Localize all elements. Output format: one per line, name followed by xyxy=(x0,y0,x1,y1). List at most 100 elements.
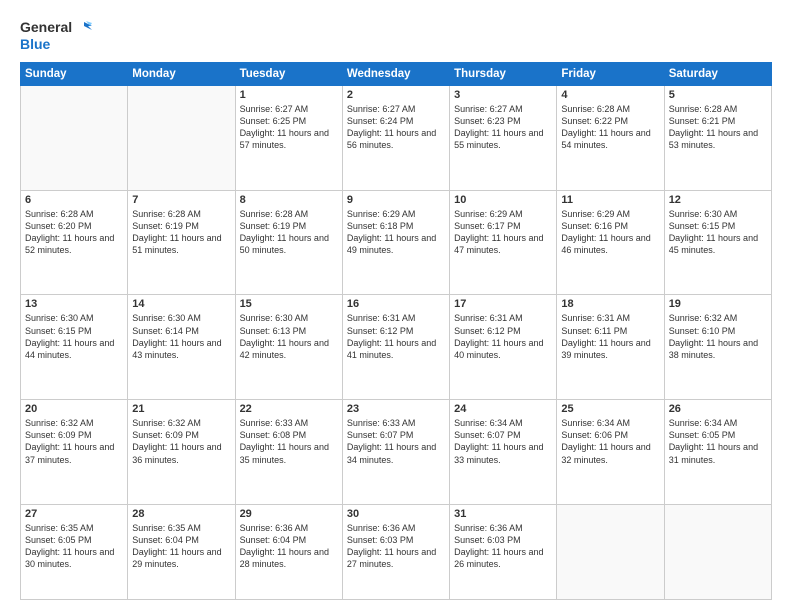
cell-info: Sunrise: 6:32 AMSunset: 6:10 PMDaylight:… xyxy=(669,312,767,361)
weekday-header-wednesday: Wednesday xyxy=(342,63,449,86)
day-number: 6 xyxy=(25,194,123,206)
day-number: 19 xyxy=(669,298,767,310)
weekday-header-friday: Friday xyxy=(557,63,664,86)
day-number: 31 xyxy=(454,508,552,520)
logo-bird-icon xyxy=(74,18,92,36)
day-cell: 31 Sunrise: 6:36 AMSunset: 6:03 PMDayligh… xyxy=(450,504,557,599)
day-cell: 12 Sunrise: 6:30 AMSunset: 6:15 PMDayligh… xyxy=(664,190,771,295)
day-cell: 4Sunrise: 6:28 AMSunset: 6:22 PMDaylight… xyxy=(557,86,664,191)
day-cell: 9 Sunrise: 6:29 AMSunset: 6:18 PMDaylight… xyxy=(342,190,449,295)
cell-info: Sunrise: 6:31 AMSunset: 6:12 PMDaylight:… xyxy=(347,312,445,361)
weekday-header-row: SundayMondayTuesdayWednesdayThursdayFrid… xyxy=(21,63,772,86)
day-number: 10 xyxy=(454,194,552,206)
cell-info: Sunrise: 6:31 AMSunset: 6:12 PMDaylight:… xyxy=(454,312,552,361)
day-number: 14 xyxy=(132,298,230,310)
header: General Blue xyxy=(20,18,772,52)
cell-info: Sunrise: 6:27 AMSunset: 6:25 PMDaylight:… xyxy=(240,103,338,152)
day-cell: 11 Sunrise: 6:29 AMSunset: 6:16 PMDayligh… xyxy=(557,190,664,295)
day-cell: 7Sunrise: 6:28 AMSunset: 6:19 PMDaylight… xyxy=(128,190,235,295)
cell-info: Sunrise: 6:29 AMSunset: 6:16 PMDaylight:… xyxy=(561,208,659,257)
day-number: 30 xyxy=(347,508,445,520)
cell-info: Sunrise: 6:34 AMSunset: 6:06 PMDaylight:… xyxy=(561,417,659,466)
day-cell: 8 Sunrise: 6:28 AMSunset: 6:19 PMDaylight… xyxy=(235,190,342,295)
day-number: 25 xyxy=(561,403,659,415)
logo-general: General xyxy=(20,19,72,35)
day-cell: 27 Sunrise: 6:35 AMSunset: 6:05 PMDayligh… xyxy=(21,504,128,599)
cell-info: Sunrise: 6:33 AMSunset: 6:08 PMDaylight:… xyxy=(240,417,338,466)
day-number: 8 xyxy=(240,194,338,206)
day-number: 22 xyxy=(240,403,338,415)
day-cell: 22 Sunrise: 6:33 AMSunset: 6:08 PMDayligh… xyxy=(235,400,342,505)
week-row-4: 20Sunrise: 6:32 AMSunset: 6:09 PMDayligh… xyxy=(21,400,772,505)
cell-info: Sunrise: 6:32 AMSunset: 6:09 PMDaylight:… xyxy=(132,417,230,466)
day-cell: 6Sunrise: 6:28 AMSunset: 6:20 PMDaylight… xyxy=(21,190,128,295)
day-number: 7 xyxy=(132,194,230,206)
day-number: 12 xyxy=(669,194,767,206)
day-cell xyxy=(21,86,128,191)
day-cell xyxy=(664,504,771,599)
day-number: 17 xyxy=(454,298,552,310)
day-number: 29 xyxy=(240,508,338,520)
week-row-2: 6Sunrise: 6:28 AMSunset: 6:20 PMDaylight… xyxy=(21,190,772,295)
day-cell: 19 Sunrise: 6:32 AMSunset: 6:10 PMDayligh… xyxy=(664,295,771,400)
cell-info: Sunrise: 6:30 AMSunset: 6:15 PMDaylight:… xyxy=(669,208,767,257)
cell-info: Sunrise: 6:36 AMSunset: 6:04 PMDaylight:… xyxy=(240,522,338,571)
day-number: 24 xyxy=(454,403,552,415)
weekday-header-sunday: Sunday xyxy=(21,63,128,86)
cell-info: Sunrise: 6:30 AMSunset: 6:14 PMDaylight:… xyxy=(132,312,230,361)
day-cell: 5 Sunrise: 6:28 AMSunset: 6:21 PMDaylight… xyxy=(664,86,771,191)
day-number: 1 xyxy=(240,89,338,101)
week-row-1: 1 Sunrise: 6:27 AMSunset: 6:25 PMDaylight… xyxy=(21,86,772,191)
day-cell: 21 Sunrise: 6:32 AMSunset: 6:09 PMDayligh… xyxy=(128,400,235,505)
day-number: 16 xyxy=(347,298,445,310)
day-cell xyxy=(557,504,664,599)
day-cell: 15 Sunrise: 6:30 AMSunset: 6:13 PMDayligh… xyxy=(235,295,342,400)
day-number: 3 xyxy=(454,89,552,101)
cell-info: Sunrise: 6:34 AMSunset: 6:07 PMDaylight:… xyxy=(454,417,552,466)
day-number: 9 xyxy=(347,194,445,206)
cell-info: Sunrise: 6:30 AMSunset: 6:13 PMDaylight:… xyxy=(240,312,338,361)
cell-info: Sunrise: 6:28 AMSunset: 6:21 PMDaylight:… xyxy=(669,103,767,152)
cell-info: Sunrise: 6:36 AMSunset: 6:03 PMDaylight:… xyxy=(454,522,552,571)
day-cell: 16 Sunrise: 6:31 AMSunset: 6:12 PMDayligh… xyxy=(342,295,449,400)
day-cell: 13 Sunrise: 6:30 AMSunset: 6:15 PMDayligh… xyxy=(21,295,128,400)
day-number: 27 xyxy=(25,508,123,520)
day-cell xyxy=(128,86,235,191)
day-number: 15 xyxy=(240,298,338,310)
day-cell: 30Sunrise: 6:36 AMSunset: 6:03 PMDayligh… xyxy=(342,504,449,599)
cell-info: Sunrise: 6:35 AMSunset: 6:04 PMDaylight:… xyxy=(132,522,230,571)
weekday-header-tuesday: Tuesday xyxy=(235,63,342,86)
day-cell: 23Sunrise: 6:33 AMSunset: 6:07 PMDayligh… xyxy=(342,400,449,505)
day-number: 13 xyxy=(25,298,123,310)
day-cell: 26 Sunrise: 6:34 AMSunset: 6:05 PMDayligh… xyxy=(664,400,771,505)
day-cell: 2Sunrise: 6:27 AMSunset: 6:24 PMDaylight… xyxy=(342,86,449,191)
day-cell: 25 Sunrise: 6:34 AMSunset: 6:06 PMDayligh… xyxy=(557,400,664,505)
weekday-header-thursday: Thursday xyxy=(450,63,557,86)
week-row-5: 27 Sunrise: 6:35 AMSunset: 6:05 PMDayligh… xyxy=(21,504,772,599)
day-number: 5 xyxy=(669,89,767,101)
day-cell: 10 Sunrise: 6:29 AMSunset: 6:17 PMDayligh… xyxy=(450,190,557,295)
day-number: 18 xyxy=(561,298,659,310)
day-cell: 24 Sunrise: 6:34 AMSunset: 6:07 PMDayligh… xyxy=(450,400,557,505)
cell-info: Sunrise: 6:32 AMSunset: 6:09 PMDaylight:… xyxy=(25,417,123,466)
day-number: 21 xyxy=(132,403,230,415)
cell-info: Sunrise: 6:34 AMSunset: 6:05 PMDaylight:… xyxy=(669,417,767,466)
cell-info: Sunrise: 6:27 AMSunset: 6:24 PMDaylight:… xyxy=(347,103,445,152)
cell-info: Sunrise: 6:28 AMSunset: 6:19 PMDaylight:… xyxy=(240,208,338,257)
logo-blue: Blue xyxy=(20,36,50,52)
cell-info: Sunrise: 6:28 AMSunset: 6:22 PMDaylight:… xyxy=(561,103,659,152)
day-cell: 29 Sunrise: 6:36 AMSunset: 6:04 PMDayligh… xyxy=(235,504,342,599)
day-number: 26 xyxy=(669,403,767,415)
cell-info: Sunrise: 6:29 AMSunset: 6:17 PMDaylight:… xyxy=(454,208,552,257)
calendar-table: SundayMondayTuesdayWednesdayThursdayFrid… xyxy=(20,62,772,600)
day-cell: 28 Sunrise: 6:35 AMSunset: 6:04 PMDayligh… xyxy=(128,504,235,599)
cell-info: Sunrise: 6:29 AMSunset: 6:18 PMDaylight:… xyxy=(347,208,445,257)
calendar-page: General Blue SundayMondayTuesdayWednesda… xyxy=(0,0,792,612)
day-cell: 3Sunrise: 6:27 AMSunset: 6:23 PMDaylight… xyxy=(450,86,557,191)
day-number: 11 xyxy=(561,194,659,206)
cell-info: Sunrise: 6:35 AMSunset: 6:05 PMDaylight:… xyxy=(25,522,123,571)
logo-text-block: General Blue xyxy=(20,18,92,52)
logo: General Blue xyxy=(20,18,92,52)
day-number: 28 xyxy=(132,508,230,520)
cell-info: Sunrise: 6:30 AMSunset: 6:15 PMDaylight:… xyxy=(25,312,123,361)
